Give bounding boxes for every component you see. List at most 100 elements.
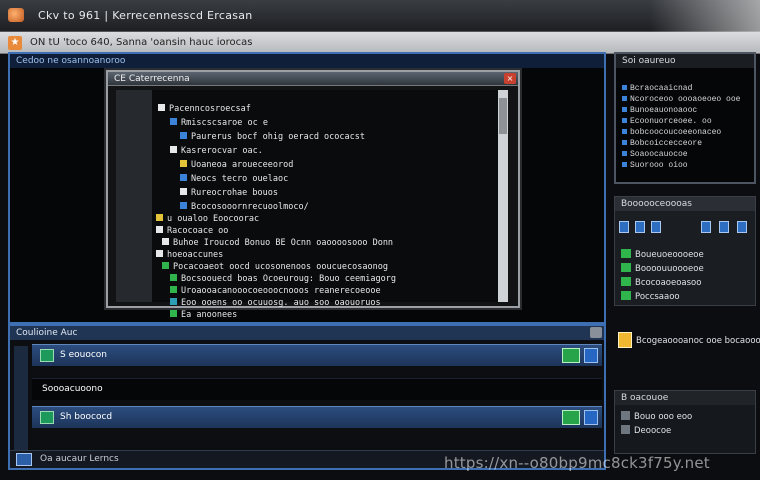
right-top-line-text: Suorooo oioo	[630, 161, 688, 170]
toolbar-text: ON tU 'toco 640, Sanna 'oansin hauc ioro…	[30, 37, 253, 48]
bottom-panel-title: Coulioine Auc	[16, 328, 78, 338]
console-window[interactable]: CE Caterrecenna × Pacenncosroecsaf Rmiscs…	[106, 70, 520, 320]
tree-bullet-icon	[156, 250, 163, 257]
line-bullet-icon	[622, 129, 627, 134]
footer-label: Oa aucaur Lerncs	[40, 454, 119, 464]
console-content[interactable]: Pacenncosroecsaf Rmiscscsaroe oc e Paureru…	[116, 90, 508, 320]
tree-bullet-icon	[180, 202, 187, 209]
right-mid-item[interactable]: Bcocoaoeoasoo	[621, 277, 751, 289]
line-bullet-icon	[622, 162, 627, 167]
tool-button[interactable]	[719, 221, 729, 233]
tree-bullet-icon	[162, 238, 169, 245]
tree-row-label: Kasrerocvar oac.	[181, 146, 263, 156]
console-tree-row[interactable]: Pacenncosroecsaf	[158, 104, 251, 116]
row-blue-button[interactable]	[584, 348, 598, 363]
console-tree-row[interactable]: Bcocosooornrecuoolmoco/	[180, 202, 309, 214]
tree-row-label: Rureocrohae bouos	[191, 188, 278, 198]
tree-row-label: Rmiscscsaroe oc e	[181, 118, 268, 128]
right-mid-panel: Boooooceoooas Boueuoeoooeoe Boooouuoooeoe…	[614, 196, 756, 306]
tool-button[interactable]	[619, 221, 629, 233]
right-mid-item[interactable]: Boooouuoooeoe	[621, 263, 751, 275]
tool-button[interactable]	[737, 221, 747, 233]
console-gutter	[116, 90, 152, 302]
right-note[interactable]: Bcogeaoooanoc ooe bocaooo oue	[614, 330, 760, 354]
console-scroll-thumb[interactable]	[499, 98, 507, 134]
bottom-row[interactable]: Sh boococd	[32, 406, 602, 428]
right-mid-item-label: Boooouuoooeoe	[635, 264, 704, 274]
tree-bullet-icon	[180, 160, 187, 167]
right-bottom-row[interactable]: Bouo ooo eoo	[621, 411, 692, 422]
tree-row-label: Pocacoaeot oocd ucosonenoos ooucuecosaon…	[173, 262, 388, 272]
console-close-button[interactable]: ×	[504, 73, 516, 84]
console-tree-row[interactable]: Racocoace oo	[156, 226, 228, 238]
right-mid-item[interactable]: Poccsaaoo	[621, 291, 751, 303]
console-scrollbar[interactable]	[498, 90, 508, 302]
main-panel-header: Cedoo ne osannoanoroo	[10, 54, 604, 68]
console-tree-row[interactable]: Uoaneoa aroueceeorod	[180, 160, 293, 172]
right-bottom-row-label: Deoocoe	[634, 426, 672, 436]
console-tree-row[interactable]: hoeoaccunes	[156, 250, 223, 262]
right-top-line: Soaoocauocoe	[622, 150, 688, 159]
right-top-line-text: Ecoonuorceoee. oo	[630, 117, 712, 126]
footer-icon[interactable]	[16, 453, 32, 466]
tree-bullet-icon	[180, 132, 187, 139]
console-title: CE Caterrecenna	[108, 72, 518, 86]
row-blue-button[interactable]	[584, 410, 598, 425]
tree-row-label: Racocoace oo	[167, 226, 229, 236]
tree-bullet-icon	[180, 174, 187, 181]
console-tree-row[interactable]: Neocs tecro ouelaoc	[180, 174, 288, 186]
right-top-line-text: Bobcoiccecceore	[630, 139, 703, 148]
console-tree-row[interactable]: u oualoo Eoocoorac	[156, 214, 259, 226]
row-icon	[621, 411, 630, 420]
bottom-panel: Coulioine Auc S eouocon Soooacuoono Sh b…	[8, 324, 606, 470]
tree-bullet-icon	[170, 298, 177, 305]
bottom-row[interactable]: S eouocon	[32, 344, 602, 366]
console-tree-row[interactable]: Pocacoaeot oocd ucosonenoos ooucuecosaon…	[162, 262, 388, 274]
tool-button[interactable]	[651, 221, 661, 233]
console-tree-row[interactable]: Paurerus bocf ohig oeracd ococacst	[180, 132, 365, 144]
right-top-line-text: Bunoeauonoaooc	[630, 106, 698, 115]
right-top-line-text: Bcraocaaicnad	[630, 84, 693, 93]
right-top-line-text: Ncoroceoo oooaoeoeo ooe	[630, 95, 741, 104]
tree-row-label: Eoo ooens oo ocuuosg. auo soo oaouoruos	[181, 298, 381, 308]
right-top-line: Suorooo oioo	[622, 161, 688, 170]
toolbar-app-icon[interactable]: ★	[8, 36, 22, 50]
right-top-line: Bcraocaaicnad	[622, 84, 692, 93]
tool-button[interactable]	[701, 221, 711, 233]
right-mid-item-label: Boueuoeoooeoe	[635, 250, 704, 260]
right-mid-header: Boooooceoooas	[615, 197, 755, 211]
light-glare	[650, 0, 760, 32]
bottom-row[interactable]: Soooacuoono	[32, 378, 602, 400]
console-tree-row[interactable]: Bocsoouecd boas Ocoeuroug: Bouo ceemiago…	[170, 274, 396, 286]
console-tree-row[interactable]: Uroaooacanooocoeooocnooos reanerecoeooe	[170, 286, 381, 298]
right-top-line: Ncoroceoo oooaoeoeo ooe	[622, 95, 740, 104]
note-text: Bcogeaoooanoc ooe bocaooo oue	[636, 336, 760, 346]
line-bullet-icon	[622, 96, 627, 101]
row-green-button[interactable]	[562, 410, 580, 425]
tree-bullet-icon	[156, 226, 163, 233]
item-icon	[621, 263, 631, 272]
app-icon[interactable]	[8, 8, 24, 22]
console-tree-row[interactable]: Rmiscscsaroe oc e	[170, 118, 268, 130]
console-tree-row[interactable]: Buhoe Iroucod Bonuo BE Ocnn oaoooosooo D…	[162, 238, 393, 250]
right-bottom-panel: B oacouoe Bouo ooo eoo Deoocoe	[614, 390, 756, 454]
console-tree-row[interactable]: Rureocrohae bouos	[180, 188, 278, 200]
bottom-panel-close-button[interactable]	[590, 327, 602, 338]
tree-bullet-icon	[170, 286, 177, 293]
tree-bullet-icon	[170, 274, 177, 281]
right-mid-item[interactable]: Boueuoeoooeoe	[621, 249, 751, 261]
row-green-button[interactable]	[562, 348, 580, 363]
tree-row-label: Ea anoonees	[181, 310, 238, 320]
right-bottom-row[interactable]: Deoocoe	[621, 425, 671, 436]
tree-row-label: u oualoo Eoocoorac	[167, 214, 260, 224]
bottom-panel-side-strip	[14, 346, 28, 458]
console-tree-row[interactable]: Eoo ooens oo ocuuosg. auo soo oaouoruos	[170, 298, 381, 310]
console-tree-row[interactable]: Ea anoonees	[170, 310, 237, 322]
tree-row-label: Uoaneoa aroueceeorod	[191, 160, 294, 170]
right-top-panel: Soi oaureuo Bcraocaaicnad Ncoroceoo oooao…	[614, 52, 756, 184]
tool-button[interactable]	[635, 221, 645, 233]
line-bullet-icon	[622, 107, 627, 112]
tree-row-label: Pacenncosroecsaf	[169, 104, 251, 114]
note-icon	[618, 332, 632, 348]
console-tree-row[interactable]: Kasrerocvar oac.	[170, 146, 263, 158]
